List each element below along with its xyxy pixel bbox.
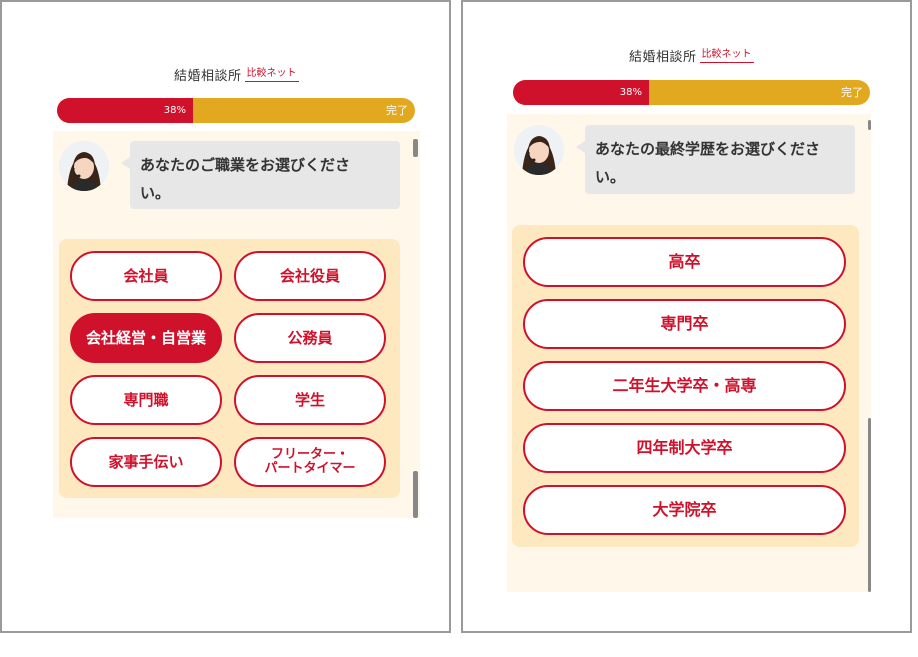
logo-main-text: 結婚相談所 xyxy=(629,50,697,65)
question-text-line1: あなたのご職業をお選びくださ xyxy=(140,156,351,174)
progress-bar: 38% 完了 xyxy=(513,80,870,105)
question-text-line1: あなたの最終学歴をお選びくださ xyxy=(595,140,821,158)
option-university[interactable]: 四年制大学卒 xyxy=(523,423,846,473)
option-junior-college[interactable]: 二年生大学卒・高専 xyxy=(523,361,846,411)
site-logo[interactable]: 結婚相談所 比較ネット xyxy=(629,46,754,65)
scrollbar-top[interactable] xyxy=(413,139,418,157)
option-freeter-line1: フリーター・ xyxy=(270,447,349,462)
progress-percent: 38% xyxy=(163,105,186,116)
option-housework-helper[interactable]: 家事手伝い xyxy=(70,437,222,487)
question-text-line2: い。 xyxy=(140,184,171,202)
options-box: 高卒 専門卒 二年生大学卒・高専 四年制大学卒 大学院卒 xyxy=(512,225,859,547)
scrollbar-thumb[interactable] xyxy=(868,418,871,592)
logo-main-text: 結婚相談所 xyxy=(174,69,242,84)
left-screen: 結婚相談所 比較ネット 38% 完了 あなたのご職業をお選びくださ い。 会社員… xyxy=(0,0,451,633)
scrollbar-top[interactable] xyxy=(868,120,871,130)
option-company-officer[interactable]: 会社役員 xyxy=(234,251,386,301)
option-business-owner[interactable]: 会社経営・自営業 xyxy=(70,313,222,363)
option-civil-servant[interactable]: 公務員 xyxy=(234,313,386,363)
scrollbar-thumb[interactable] xyxy=(413,471,418,518)
option-professional[interactable]: 専門職 xyxy=(70,375,222,425)
option-student[interactable]: 学生 xyxy=(234,375,386,425)
option-graduate-school[interactable]: 大学院卒 xyxy=(523,485,846,535)
progress-complete-label: 完了 xyxy=(841,86,863,99)
progress-percent: 38% xyxy=(619,87,642,98)
right-screen: 結婚相談所 比較ネット 38% 完了 あなたの最終学歴をお選びくださ い。 高卒… xyxy=(461,0,912,633)
option-freeter-part-timer[interactable]: フリーター・ パートタイマー xyxy=(234,437,386,487)
question-text-line2: い。 xyxy=(595,168,626,186)
logo-sub-text: 比較ネット xyxy=(699,48,754,63)
logo-sub-text: 比較ネット xyxy=(244,67,299,82)
option-high-school[interactable]: 高卒 xyxy=(523,237,846,287)
chat-panel: あなたの最終学歴をお選びくださ い。 高卒 専門卒 二年生大学卒・高専 四年制大… xyxy=(507,114,871,592)
option-company-employee[interactable]: 会社員 xyxy=(70,251,222,301)
operator-avatar-icon xyxy=(514,125,564,175)
progress-bar: 38% 完了 xyxy=(57,98,415,123)
option-freeter-line2: パートタイマー xyxy=(264,461,356,476)
option-vocational-school[interactable]: 専門卒 xyxy=(523,299,846,349)
chat-panel: あなたのご職業をお選びくださ い。 会社員 会社役員 会社経営・自営業 公務員 … xyxy=(53,131,420,518)
operator-avatar-icon xyxy=(59,141,109,191)
question-bubble: あなたの最終学歴をお選びくださ い。 xyxy=(576,125,855,194)
progress-complete-label: 完了 xyxy=(386,104,408,117)
site-logo[interactable]: 結婚相談所 比較ネット xyxy=(174,65,299,84)
options-box: 会社員 会社役員 会社経営・自営業 公務員 専門職 学生 家事手伝い フリーター… xyxy=(59,239,400,498)
question-bubble: あなたのご職業をお選びくださ い。 xyxy=(121,141,400,209)
